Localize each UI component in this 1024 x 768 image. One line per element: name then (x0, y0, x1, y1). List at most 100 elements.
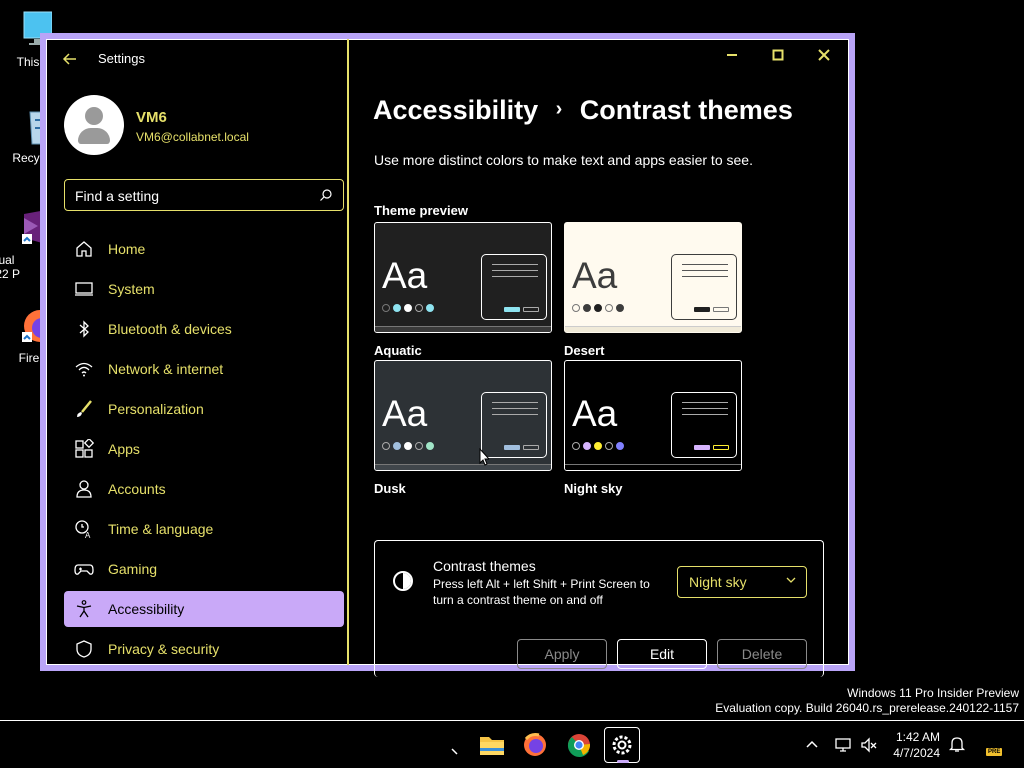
contrast-theme-dropdown[interactable]: Night sky (677, 566, 807, 598)
folder-icon (480, 737, 504, 755)
apps-icon (75, 439, 94, 458)
theme-name-aquatic: Aquatic (374, 343, 422, 358)
home-icon (76, 241, 92, 257)
sidebar-item-label: System (108, 281, 155, 297)
taskbar-chrome[interactable] (561, 727, 597, 763)
theme-card-dusk[interactable]: Aa (374, 360, 552, 471)
small-arrow-icon (451, 748, 458, 755)
edit-button[interactable]: Edit (617, 639, 707, 669)
clock-time: 1:42 AM (895, 730, 940, 744)
page-description: Use more distinct colors to make text an… (374, 152, 753, 168)
profile-name: VM6 (136, 109, 167, 126)
theme-mini-window (671, 254, 737, 320)
taskbar-file-explorer[interactable] (474, 727, 510, 763)
theme-sample-text: Aa (572, 393, 618, 434)
profile-email: VM6@collabnet.local (136, 130, 249, 144)
theme-sample-text: Aa (572, 255, 618, 296)
accessibility-icon (76, 600, 92, 618)
gamepad-icon (74, 564, 94, 575)
taskbar-firefox[interactable] (517, 727, 553, 763)
sidebar-item-label: Accessibility (108, 601, 185, 617)
watermark-line1: Windows 11 Pro Insider Preview (847, 686, 1019, 700)
sidebar-item-apps[interactable]: Apps (64, 431, 344, 467)
active-app-indicator (617, 760, 629, 763)
sidebar-item-privacy[interactable]: Privacy & security (64, 631, 344, 667)
theme-color-dots (572, 442, 624, 450)
mouse-cursor-icon (479, 448, 489, 466)
system-clock[interactable]: 1:42 AM 4/7/2024 (893, 729, 940, 761)
sidebar-item-label: Gaming (108, 561, 158, 577)
sidebar-item-system[interactable]: System (64, 271, 344, 307)
settings-window: Settings VM6 VM6@collabnet.local Find a … (40, 33, 855, 677)
sidebar-item-gaming[interactable]: Gaming (64, 551, 344, 587)
sidebar-item-personalization[interactable]: Personalization (64, 391, 344, 427)
sidebar-item-label: Accounts (108, 481, 166, 497)
theme-mini-window (671, 392, 737, 458)
breadcrumb-separator: › (555, 98, 563, 120)
taskbar-settings[interactable] (604, 727, 640, 763)
brush-icon (77, 400, 92, 417)
firefox-icon (524, 733, 546, 756)
search-placeholder: Find a setting (75, 188, 160, 204)
time-language-icon: A (75, 520, 91, 539)
theme-preview-heading: Theme preview (374, 203, 468, 218)
theme-name-desert: Desert (564, 343, 605, 358)
search-icon (320, 189, 332, 201)
shield-icon (76, 640, 92, 658)
sidebar-item-label: Personalization (108, 401, 204, 417)
page-title: Contrast themes (579, 95, 793, 125)
theme-mini-window (481, 254, 547, 320)
theme-name-dusk: Dusk (374, 481, 406, 496)
bluetooth-icon (79, 320, 89, 338)
search-input[interactable]: Find a setting (64, 179, 344, 211)
chevron-down-icon (786, 575, 796, 588)
theme-card-desert[interactable]: Aa (564, 222, 742, 333)
sidebar-item-label: Bluetooth & devices (108, 321, 232, 337)
wifi-icon (75, 362, 93, 377)
avatar (64, 95, 124, 155)
sidebar-item-label: Apps (108, 441, 140, 457)
sidebar-item-label: Network & internet (108, 361, 224, 377)
laptop-icon (75, 282, 93, 296)
theme-color-dots (382, 442, 434, 450)
person-icon (76, 480, 92, 498)
theme-color-dots (572, 304, 624, 312)
sidebar: VM6 VM6@collabnet.local Find a setting H… (46, 39, 348, 665)
main-content: Accessibility › Contrast themes Use more… (349, 39, 849, 677)
apply-button[interactable]: Apply (517, 639, 607, 669)
dropdown-value: Night sky (689, 574, 747, 590)
os-watermark: Windows 11 Pro Insider Preview Evaluatio… (715, 686, 1019, 716)
breadcrumb-parent[interactable]: Accessibility (373, 95, 538, 125)
insider-badge: PRE (986, 748, 1003, 756)
theme-sample-text: Aa (382, 255, 428, 296)
panel-title: Contrast themes (433, 558, 536, 574)
taskbar: 1:42 AM 4/7/2024 PRE (0, 720, 1024, 768)
sidebar-item-label: Home (108, 241, 146, 257)
chrome-icon (567, 734, 591, 757)
network-icon[interactable] (834, 736, 852, 754)
sidebar-item-time-language[interactable]: A Time & language (64, 511, 344, 547)
contrast-themes-panel: Contrast themes Press left Alt + left Sh… (374, 540, 824, 677)
theme-card-night-sky[interactable]: Aa (564, 360, 742, 471)
nav-list: Home System Bluetooth & devices Network … (64, 231, 344, 671)
sidebar-item-network[interactable]: Network & internet (64, 351, 344, 387)
sidebar-item-accessibility[interactable]: Accessibility (64, 591, 344, 627)
theme-sample-text: Aa (382, 393, 428, 434)
watermark-line2: Evaluation copy. Build 26040.rs_prerelea… (715, 701, 1019, 715)
theme-color-dots (382, 304, 434, 312)
theme-name-night-sky: Night sky (564, 481, 623, 496)
clock-date: 4/7/2024 (893, 746, 940, 760)
sidebar-item-accounts[interactable]: Accounts (64, 471, 344, 507)
sidebar-item-bluetooth[interactable]: Bluetooth & devices (64, 311, 344, 347)
theme-card-aquatic[interactable]: Aa (374, 222, 552, 333)
chevron-up-icon[interactable] (805, 738, 819, 750)
gear-icon (612, 735, 632, 755)
panel-subtitle: Press left Alt + left Shift + Print Scre… (433, 577, 650, 607)
breadcrumb: Accessibility › Contrast themes (373, 95, 793, 126)
contrast-icon (393, 571, 413, 591)
volume-muted-icon[interactable] (860, 736, 878, 754)
notification-bell-icon[interactable] (948, 735, 966, 753)
theme-mini-window (481, 392, 547, 458)
delete-button[interactable]: Delete (717, 639, 807, 669)
sidebar-item-home[interactable]: Home (64, 231, 344, 267)
